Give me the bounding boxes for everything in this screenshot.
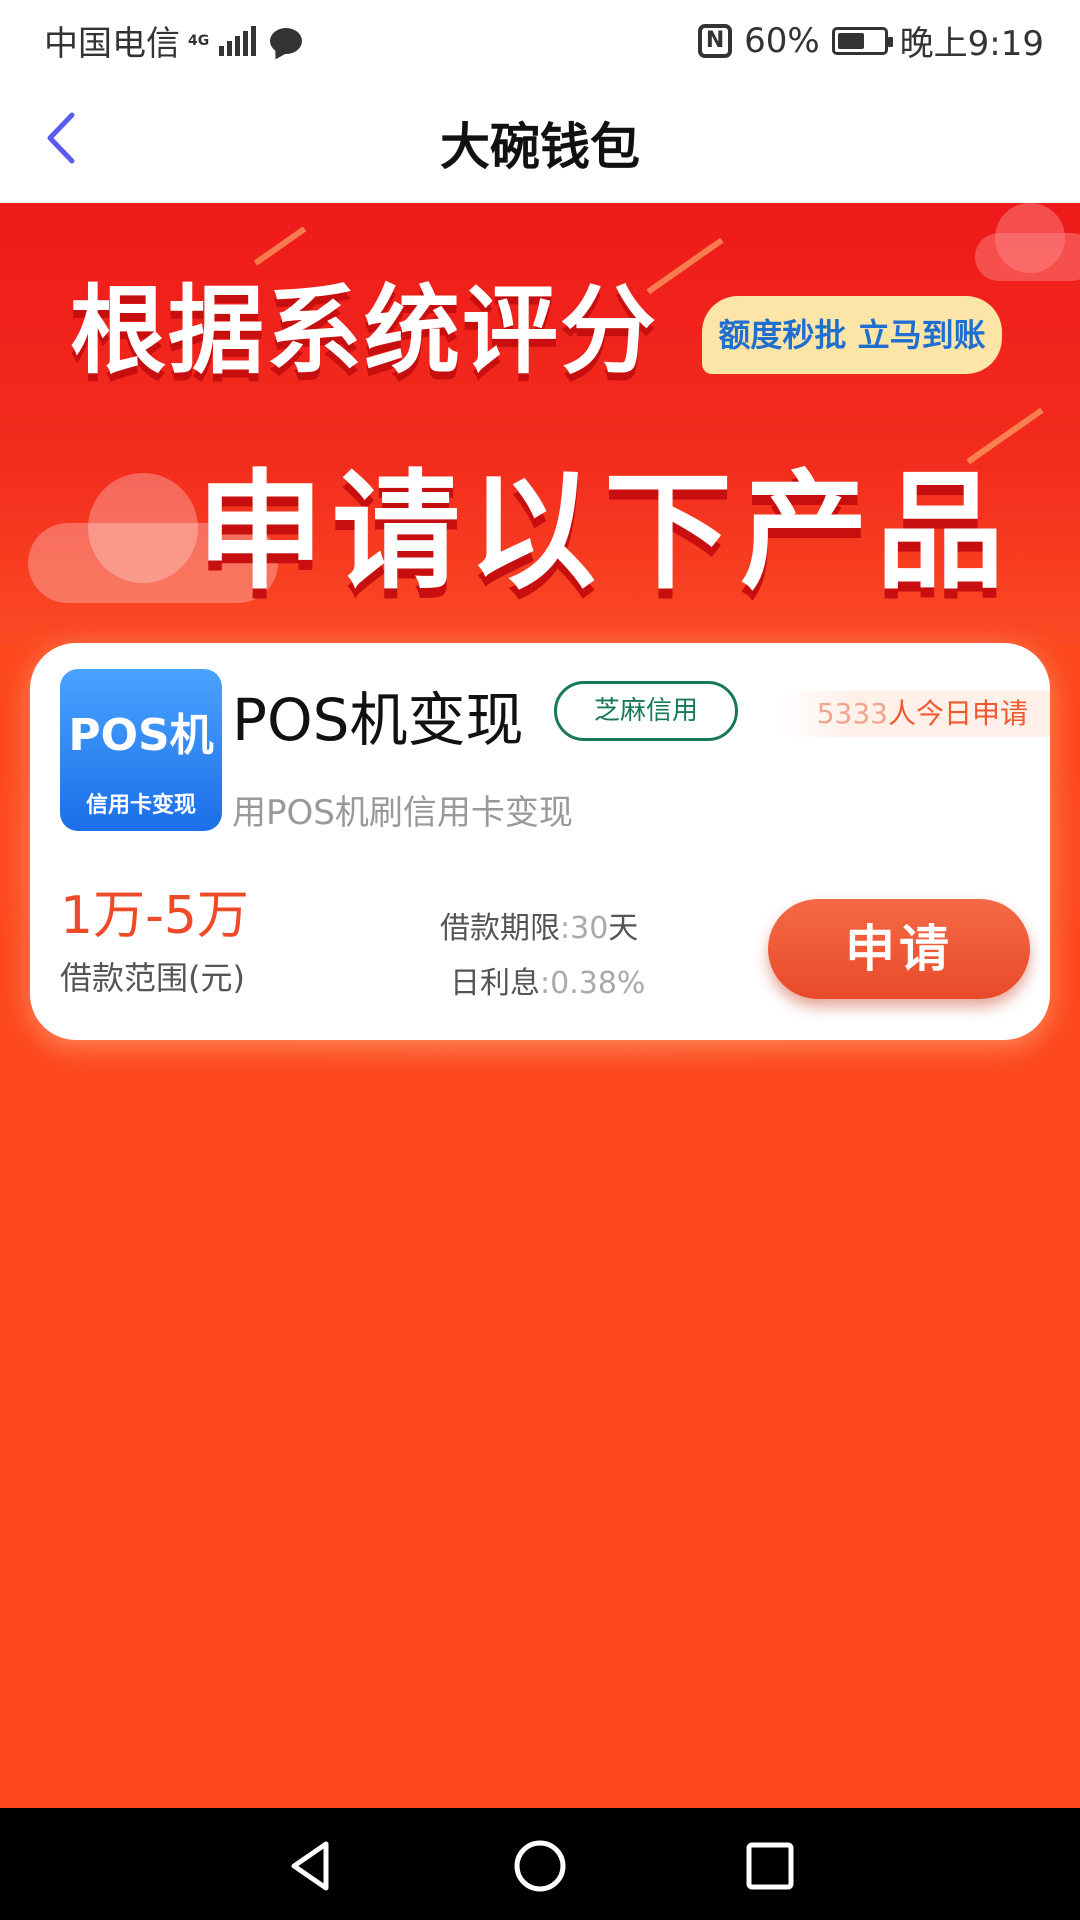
applicants-count: 5333人今日申请 (780, 691, 1050, 737)
daily-interest-label: 日利息 (450, 966, 540, 1001)
logo-title: POS机 (68, 710, 214, 761)
main-area: POS机 信用卡变现 POS机变现 芝麻信用 5333人今日申请 用POS机刷信… (0, 643, 1080, 1808)
screen: 中国电信 4G N 60% 晚上9:19 大碗钱包 根据系统评分 额度秒批 立马… (0, 0, 1080, 1920)
loan-term-unit: 天 (608, 911, 639, 946)
apply-button[interactable]: 申请 (768, 899, 1030, 999)
applicants-number: 5333 (816, 697, 888, 730)
nav-back-button[interactable] (282, 1838, 338, 1894)
page-title: 大碗钱包 (440, 118, 640, 176)
product-description: 用POS机刷信用卡变现 (232, 793, 573, 833)
app-header: 大碗钱包 (0, 75, 1080, 203)
triangle-back-icon (291, 1841, 329, 1891)
signal-icon (219, 25, 257, 56)
system-nav-bar (0, 1808, 1080, 1920)
banner-headline: 根据系统评分 (70, 275, 658, 387)
square-recent-icon (746, 1842, 794, 1890)
credit-tag: 芝麻信用 (554, 681, 738, 741)
loan-range-value: 1万-5万 (60, 886, 249, 946)
logo-subtitle: 信用卡变现 (85, 793, 196, 818)
daily-interest: 日利息:0.38% (450, 958, 645, 1002)
status-right: N 60% 晚上9:19 (698, 16, 1044, 65)
loan-term-value: :30 (560, 911, 609, 946)
promo-banner: 根据系统评分 额度秒批 立马到账 申请以下产品 (0, 203, 1080, 643)
carrier-label: 中国电信 (44, 24, 180, 64)
product-logo: POS机 信用卡变现 (60, 669, 222, 831)
clock: 晚上9:19 (899, 24, 1044, 64)
circle-home-icon (514, 1840, 566, 1892)
battery-percent: 60% (744, 20, 820, 61)
nav-home-button[interactable] (512, 1838, 568, 1894)
loan-range-label: 借款范围(元) (60, 959, 245, 997)
battery-icon (831, 26, 893, 55)
nav-recent-button[interactable] (742, 1838, 798, 1894)
network-type: 4G (188, 32, 210, 49)
status-bar: 中国电信 4G N 60% 晚上9:19 (0, 0, 1080, 75)
banner-subheadline: 申请以下产品 (196, 458, 1013, 607)
banner-tag: 额度秒批 立马到账 (702, 296, 1002, 374)
loan-term-label: 借款期限 (440, 911, 560, 946)
product-card[interactable]: POS机 信用卡变现 POS机变现 芝麻信用 5333人今日申请 用POS机刷信… (30, 643, 1050, 1040)
message-icon (270, 27, 303, 54)
daily-interest-value: :0.38% (540, 966, 646, 1001)
battery-level (837, 32, 864, 49)
applicants-suffix: 人今日申请 (887, 697, 1028, 730)
cloud-decoration (975, 203, 1080, 281)
loan-term: 借款期限:30天 (440, 903, 638, 947)
status-left: 中国电信 4G (44, 16, 303, 65)
product-name: POS机变现 (232, 686, 524, 754)
nfc-icon: N (698, 23, 733, 58)
